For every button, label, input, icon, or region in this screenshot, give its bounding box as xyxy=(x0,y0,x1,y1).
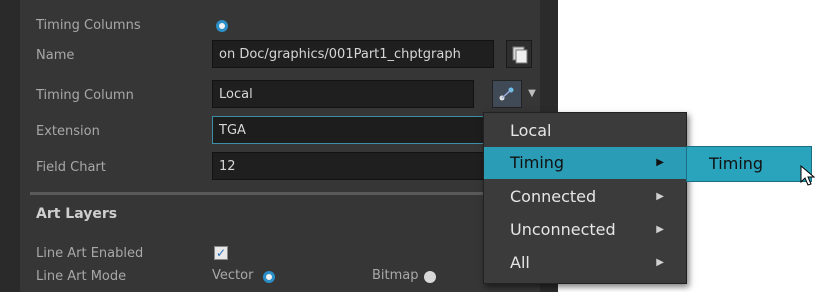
field-chart-field[interactable]: 12 xyxy=(212,152,494,180)
window-frame xyxy=(0,0,20,292)
menu-item-timing[interactable]: Timing ▶ xyxy=(484,147,686,179)
timing-column-label: Timing Column xyxy=(36,88,134,103)
browse-document-button[interactable] xyxy=(506,40,532,68)
menu-item-local[interactable]: Local xyxy=(484,115,686,147)
art-layers-header: Art Layers xyxy=(36,206,118,222)
submenu-item-timing[interactable]: Timing xyxy=(709,147,763,181)
extension-label: Extension xyxy=(36,124,100,139)
menu-item-label: Unconnected xyxy=(510,220,616,239)
menu-item-unconnected[interactable]: Unconnected ▶ xyxy=(484,214,686,246)
timing-columns-label: Timing Columns xyxy=(36,18,141,33)
bitmap-radio[interactable] xyxy=(424,271,436,283)
submenu-arrow-icon: ▶ xyxy=(656,157,664,168)
name-label: Name xyxy=(36,48,75,63)
timing-columns-radio[interactable] xyxy=(216,20,228,32)
line-art-enabled-checkbox[interactable]: ✓ xyxy=(214,246,228,260)
menu-item-label: Connected xyxy=(510,187,597,206)
vector-option-label: Vector xyxy=(212,268,254,283)
timing-column-dropdown-menu: Local Timing ▶ Connected ▶ Unconnected ▶… xyxy=(483,112,687,284)
timing-column-link-button[interactable] xyxy=(492,80,522,108)
timing-column-field[interactable]: Local xyxy=(212,80,474,108)
submenu-arrow-icon: ▶ xyxy=(656,191,664,202)
timing-column-dropdown-arrow[interactable]: ▼ xyxy=(524,80,540,108)
menu-item-label: All xyxy=(510,253,530,272)
name-field[interactable]: on Doc/graphics/001Part1_chptgraph xyxy=(212,40,494,68)
line-art-enabled-label: Line Art Enabled xyxy=(36,246,144,261)
layer-properties-panel: Timing Columns Name on Doc/graphics/001P… xyxy=(20,0,540,292)
vector-radio[interactable] xyxy=(263,271,275,283)
document-icon xyxy=(512,46,528,64)
bitmap-option-label: Bitmap xyxy=(372,268,419,283)
mouse-cursor-icon xyxy=(800,165,815,186)
section-divider xyxy=(30,192,510,195)
link-icon xyxy=(499,87,514,101)
menu-item-connected[interactable]: Connected ▶ xyxy=(484,181,686,213)
field-chart-label: Field Chart xyxy=(36,160,106,175)
line-art-mode-label: Line Art Mode xyxy=(36,269,127,284)
menu-item-all[interactable]: All ▶ xyxy=(484,247,686,279)
extension-field[interactable]: TGA xyxy=(212,116,494,144)
menu-item-label: Timing xyxy=(510,153,565,172)
menu-item-label: Local xyxy=(510,121,552,140)
submenu-arrow-icon: ▶ xyxy=(656,257,664,268)
submenu-arrow-icon: ▶ xyxy=(656,224,664,235)
timing-submenu: Timing xyxy=(686,146,812,182)
